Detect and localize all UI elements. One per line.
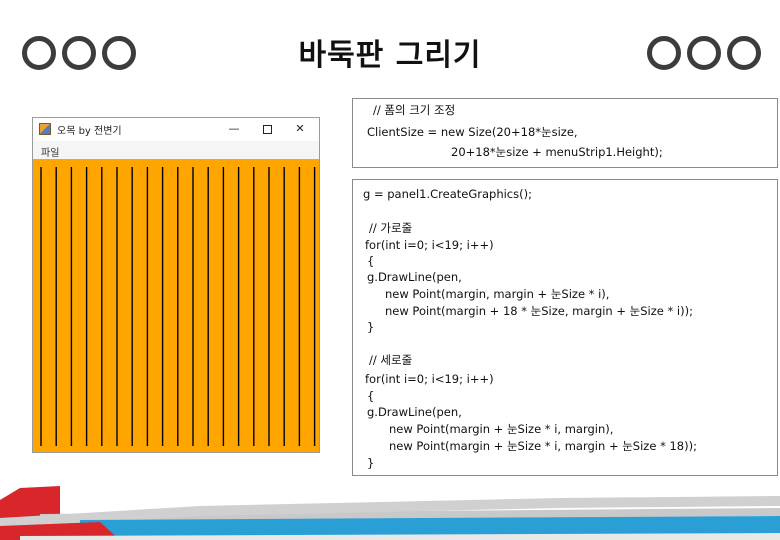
circle-icon bbox=[22, 36, 56, 70]
code-line: new Point(margin, margin + 눈Size * i), bbox=[385, 287, 610, 301]
footer-decoration bbox=[0, 486, 780, 540]
code-line: // 폼의 크기 조정 bbox=[373, 103, 456, 117]
code-line: // 세로줄 bbox=[369, 353, 413, 367]
minimize-button[interactable]: — bbox=[219, 119, 249, 139]
board-panel[interactable] bbox=[33, 159, 319, 452]
code-line: } bbox=[367, 456, 375, 470]
code-line: new Point(margin + 눈Size * i, margin + 눈… bbox=[389, 439, 697, 453]
code-box-draw: g = panel1.CreateGraphics(); // 가로줄 for(… bbox=[352, 179, 778, 476]
slide-title: 바둑판 그리기 bbox=[298, 38, 482, 73]
maximize-icon bbox=[262, 124, 272, 134]
code-line: new Point(margin + 18 * 눈Size, margin + … bbox=[385, 304, 693, 318]
code-line: g.DrawLine(pen, bbox=[367, 405, 462, 419]
code-line: } bbox=[367, 320, 375, 334]
code-box-resize: // 폼의 크기 조정 ClientSize = new Size(20+18*… bbox=[352, 98, 778, 168]
code-line: new Point(margin + 눈Size * i, margin), bbox=[389, 422, 614, 436]
circle-icon bbox=[687, 36, 721, 70]
code-line: { bbox=[367, 254, 375, 268]
code-line: g = panel1.CreateGraphics(); bbox=[363, 187, 532, 201]
code-line: for(int i=0; i<19; i++) bbox=[365, 372, 494, 386]
menu-bar: 파일 bbox=[33, 141, 319, 159]
maximize-button[interactable] bbox=[252, 119, 282, 139]
window-titlebar: 오목 by 전변기 — ✕ bbox=[33, 118, 319, 141]
code-line: // 가로줄 bbox=[369, 221, 413, 235]
app-window: 오목 by 전변기 — ✕ 파일 bbox=[32, 117, 320, 453]
close-button[interactable]: ✕ bbox=[285, 119, 315, 139]
decorative-circles-left bbox=[22, 36, 136, 70]
code-line: ClientSize = new Size(20+18*눈size, bbox=[367, 125, 578, 139]
circle-icon bbox=[727, 36, 761, 70]
app-icon bbox=[39, 123, 51, 135]
circle-icon bbox=[62, 36, 96, 70]
code-line: g.DrawLine(pen, bbox=[367, 270, 462, 284]
board-lines bbox=[40, 167, 316, 446]
circle-icon bbox=[102, 36, 136, 70]
code-line: 20+18*눈size + menuStrip1.Height); bbox=[451, 145, 663, 159]
decorative-circles-right bbox=[647, 36, 761, 70]
code-line: { bbox=[367, 389, 375, 403]
code-line: for(int i=0; i<19; i++) bbox=[365, 238, 494, 252]
menu-item-file[interactable]: 파일 bbox=[41, 144, 59, 159]
circle-icon bbox=[647, 36, 681, 70]
window-title: 오목 by 전변기 bbox=[57, 126, 122, 137]
